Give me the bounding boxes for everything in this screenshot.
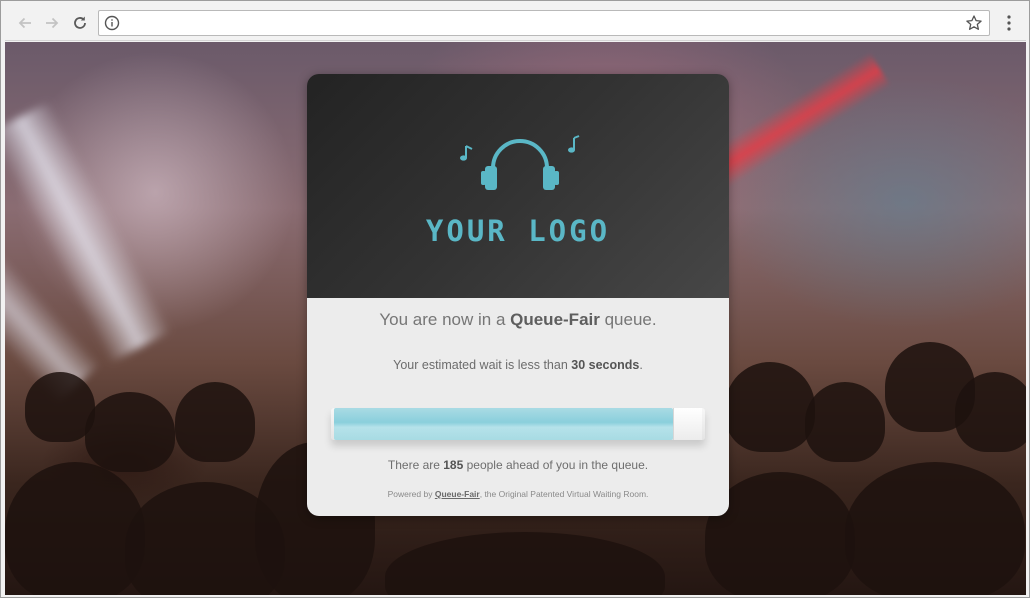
people-ahead: There are 185 people ahead of you in the… [387, 458, 649, 472]
back-button[interactable] [13, 11, 37, 35]
star-icon[interactable] [965, 14, 983, 32]
arrow-left-icon [18, 17, 31, 29]
logo-panel: YOUR LOGO [307, 74, 729, 298]
browser-toolbar [5, 5, 1026, 41]
people-ahead-count: 185 [443, 458, 464, 472]
address-bar[interactable] [98, 10, 990, 36]
queue-name: Queue-Fair [510, 310, 600, 329]
url-input[interactable] [127, 14, 957, 32]
queue-heading: You are now in a Queue-Fair queue. [379, 310, 657, 329]
logo-text: YOUR LOGO [425, 214, 611, 248]
reload-button[interactable] [68, 11, 92, 35]
progress-remaining [673, 408, 702, 440]
queue-progress-bar [331, 404, 705, 442]
queue-status-panel: You are now in a Queue-Fair queue. Your … [307, 298, 729, 516]
wait-time-value: 30 seconds [571, 358, 640, 372]
estimated-wait: Your estimated wait is less than 30 seco… [393, 358, 643, 372]
info-icon[interactable] [104, 15, 120, 31]
more-vert-icon [1007, 15, 1011, 31]
headphones-logo-icon [460, 135, 580, 190]
forward-button[interactable] [40, 11, 64, 35]
browser-menu-button[interactable] [999, 11, 1019, 35]
browser-window: YOUR LOGO You are now in a Queue-Fair qu… [0, 0, 1030, 598]
queue-card: YOUR LOGO You are now in a Queue-Fair qu… [307, 74, 729, 516]
reload-icon [74, 16, 86, 29]
progress-fill [334, 408, 673, 440]
page-viewport: YOUR LOGO You are now in a Queue-Fair qu… [5, 42, 1026, 595]
arrow-right-icon [46, 17, 59, 29]
powered-by-footer: Powered by Queue-Fair, the Original Pate… [387, 489, 649, 499]
queue-fair-link[interactable]: Queue-Fair [435, 489, 480, 499]
